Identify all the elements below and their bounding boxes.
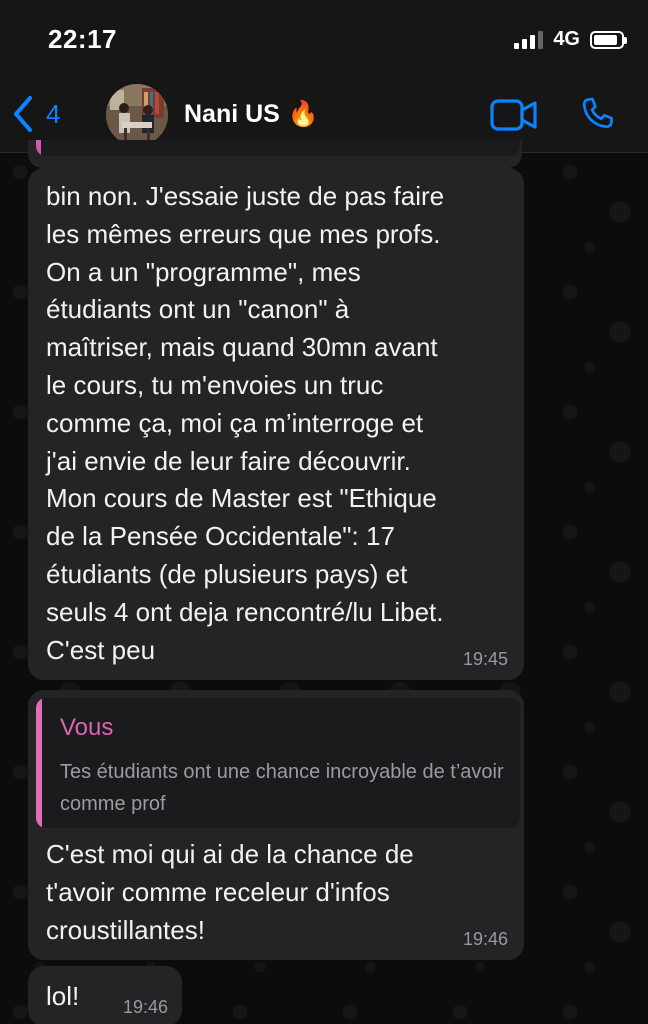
signal-icon <box>514 30 544 49</box>
unread-count: 4 <box>46 98 61 129</box>
avatar[interactable] <box>106 84 168 146</box>
message-time: 19:46 <box>462 929 508 949</box>
status-time: 22:17 <box>48 24 117 54</box>
video-camera-icon <box>490 99 537 131</box>
message-text: C'est moi qui ai de la chance de t'avoir… <box>46 839 414 945</box>
status-bar: 22:17 4G <box>0 0 648 80</box>
video-call-button[interactable] <box>490 98 538 137</box>
previous-quote-partial <box>36 140 520 156</box>
quote-accent-bar <box>36 140 41 156</box>
status-indicators: 4G <box>514 28 627 51</box>
quote-text: Tes étudiants ont une chance incroyable … <box>60 761 504 815</box>
message-time: 19:45 <box>462 649 508 669</box>
battery-icon <box>590 30 627 49</box>
contact-name-text: Nani US <box>184 100 280 128</box>
chat-screen: 22:17 4G 4 Nani US 🔥 bin non. J'essaie j… <box>0 0 648 1024</box>
back-button[interactable]: 4 <box>12 94 60 134</box>
phone-icon <box>582 97 614 129</box>
message-time: 19:46 <box>122 997 168 1017</box>
message-bubble[interactable]: lol! 19:46 <box>28 966 182 1024</box>
avatar-photo <box>106 84 168 146</box>
message-text: bin non. J'essaie juste de pas faire les… <box>46 181 445 665</box>
quote-accent-bar <box>36 698 42 828</box>
battery-fill <box>594 34 618 45</box>
network-label: 4G <box>553 28 580 50</box>
quoted-message[interactable]: Vous Tes étudiants ont une chance incroy… <box>36 698 520 828</box>
message-text: lol! <box>46 981 80 1011</box>
chevron-left-icon <box>14 96 32 132</box>
voice-call-button[interactable] <box>578 94 616 139</box>
message-bubble[interactable]: bin non. J'essaie juste de pas faire les… <box>28 168 524 680</box>
contact-name[interactable]: Nani US 🔥 <box>184 100 319 129</box>
quote-author: Vous <box>60 714 114 741</box>
previous-message-partial <box>28 140 522 168</box>
fire-emoji: 🔥 <box>287 100 319 128</box>
message-bubble[interactable]: Vous Tes étudiants ont une chance incroy… <box>28 690 524 960</box>
